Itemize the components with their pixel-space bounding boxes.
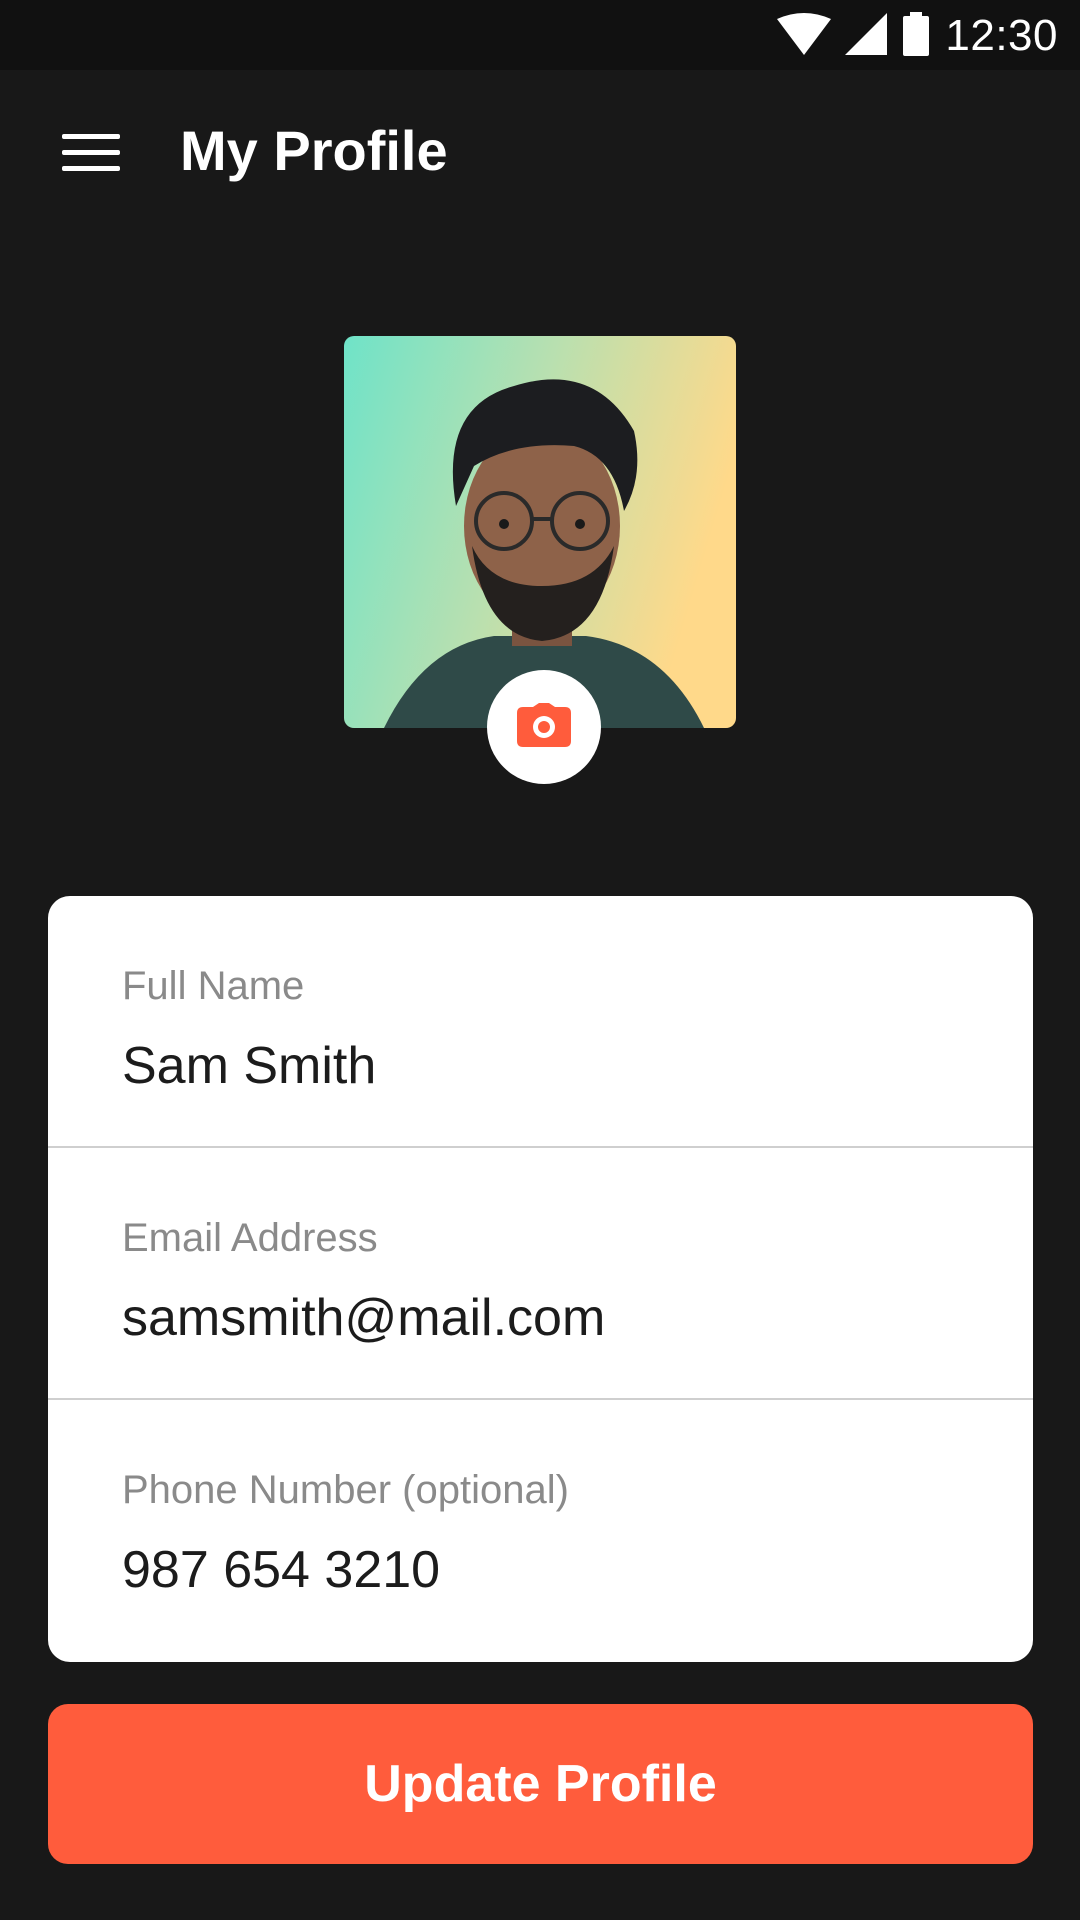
phone-field[interactable]: Phone Number (optional) 987 654 3210 [48, 1400, 1033, 1662]
change-photo-button[interactable] [487, 670, 601, 784]
menu-line [62, 149, 120, 155]
signal-icon [845, 12, 888, 60]
page-title: My Profile [180, 119, 448, 182]
status-icons: 12:30 [777, 11, 1058, 61]
camera-icon [517, 702, 571, 752]
email-field[interactable]: Email Address samsmith@mail.com [48, 1148, 1033, 1400]
phone-label: Phone Number (optional) [122, 1468, 569, 1512]
email-label: Email Address [122, 1216, 378, 1260]
update-profile-button[interactable]: Update Profile [48, 1704, 1033, 1864]
app-bar: My Profile [0, 70, 1080, 234]
wifi-icon [777, 12, 832, 60]
battery-icon [901, 11, 931, 61]
status-time: 12:30 [945, 11, 1058, 60]
menu-icon[interactable] [52, 122, 128, 182]
full-name-field[interactable]: Full Name Sam Smith [48, 896, 1033, 1148]
menu-line [62, 165, 120, 171]
email-input[interactable]: samsmith@mail.com [122, 1288, 605, 1348]
full-name-label: Full Name [122, 964, 305, 1008]
menu-line [62, 133, 120, 139]
status-bar: 12:30 [0, 0, 1080, 70]
phone-input[interactable]: 987 654 3210 [122, 1540, 440, 1600]
full-name-input[interactable]: Sam Smith [122, 1036, 376, 1096]
profile-form-card: Full Name Sam Smith Email Address samsmi… [48, 896, 1033, 1662]
profile-screen: 12:30 My Profile Full Name Sam Smith Ema… [0, 0, 1080, 1920]
